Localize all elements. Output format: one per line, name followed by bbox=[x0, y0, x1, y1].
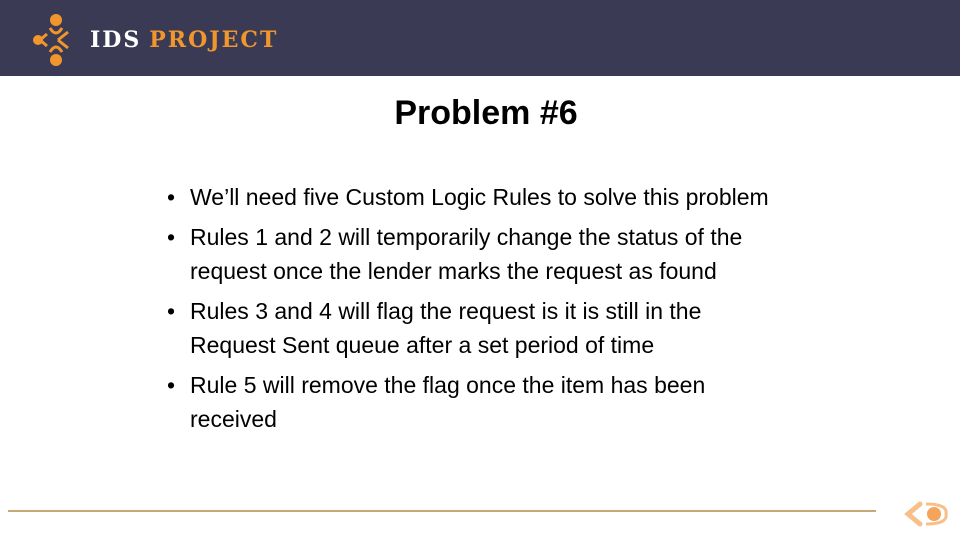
ids-project-logo: IDS PROJECT bbox=[28, 12, 278, 68]
bullet-item: • Rules 1 and 2 will temporarily change t… bbox=[163, 220, 783, 288]
bullet-dot: • bbox=[167, 224, 176, 250]
logo-text-project: PROJECT bbox=[149, 27, 279, 53]
bullet-text: Rules 3 and 4 will flag the request is i… bbox=[190, 298, 702, 358]
footer-divider bbox=[8, 510, 876, 512]
footer-logo bbox=[904, 498, 950, 535]
bullet-text: We’ll need five Custom Logic Rules to so… bbox=[190, 184, 769, 210]
bullet-dot: • bbox=[167, 184, 176, 210]
bullet-dot: • bbox=[167, 372, 176, 398]
bullet-dot: • bbox=[167, 298, 176, 324]
logo-text-ids: IDS bbox=[90, 27, 142, 53]
bullet-item: • Rule 5 will remove the flag once the it… bbox=[163, 368, 783, 436]
bullet-text: Rules 1 and 2 will temporarily change th… bbox=[190, 224, 743, 284]
slide-title: Problem #6 bbox=[394, 94, 578, 132]
ids-mark-icon bbox=[904, 501, 948, 527]
bullet-list: • We’ll need five Custom Logic Rules to s… bbox=[163, 180, 783, 442]
bullet-text: Rule 5 will remove the flag once the ite… bbox=[190, 372, 706, 432]
bullet-item: • Rules 3 and 4 will flag the request is … bbox=[163, 294, 783, 362]
ids-mark-icon bbox=[33, 14, 69, 66]
header-banner: IDS PROJECT bbox=[0, 0, 960, 76]
bullet-item: • We’ll need five Custom Logic Rules to s… bbox=[163, 180, 783, 214]
